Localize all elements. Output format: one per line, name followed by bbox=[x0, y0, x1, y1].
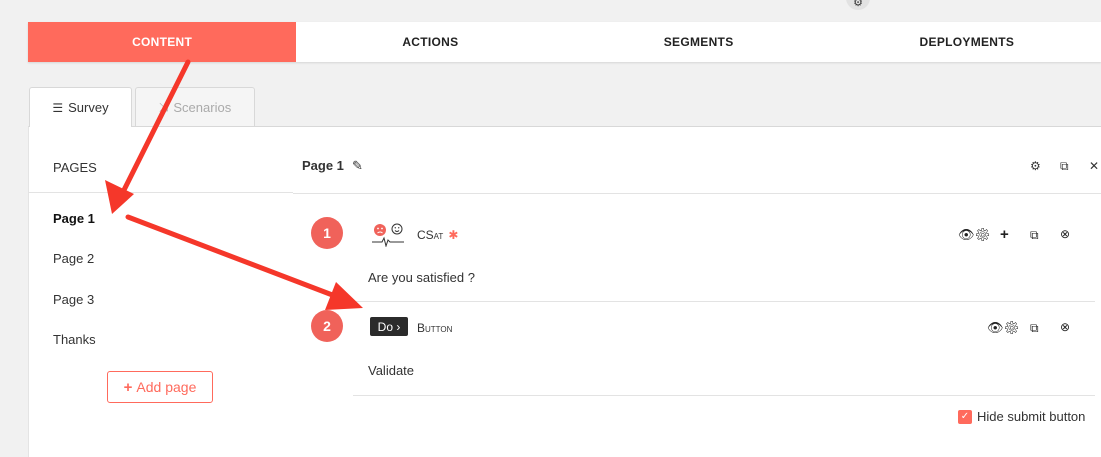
add-page-button[interactable]: + Add page bbox=[107, 371, 213, 403]
tab-scenarios-label: Scenarios bbox=[173, 100, 232, 115]
question-number-badge: 1 bbox=[311, 217, 343, 249]
divider bbox=[293, 193, 1101, 194]
tab-survey[interactable]: ☰ Survey bbox=[29, 87, 132, 127]
divider bbox=[353, 395, 1095, 396]
question-type-label: Button bbox=[417, 321, 453, 335]
question-number-badge: 2 bbox=[311, 310, 343, 342]
visibility-settings-icon[interactable]: 👁⚙ bbox=[958, 227, 991, 243]
add-page-label: Add page bbox=[136, 379, 197, 395]
hide-submit-option[interactable]: ✓ Hide submit button bbox=[958, 409, 1085, 424]
plus-icon: + bbox=[123, 378, 133, 396]
delete-icon[interactable]: ⊗ bbox=[1060, 320, 1070, 334]
page-settings-icon[interactable]: ⚙ bbox=[1030, 159, 1041, 173]
duplicate-icon[interactable]: ⧉ bbox=[1030, 228, 1039, 243]
divider bbox=[28, 192, 293, 193]
delete-icon[interactable]: ⊗ bbox=[1060, 227, 1070, 241]
pages-title: PAGES bbox=[53, 160, 97, 175]
required-icon: ✱ bbox=[448, 228, 459, 242]
page-item-2[interactable]: Page 2 bbox=[53, 251, 94, 266]
list-icon: ☰ bbox=[52, 100, 64, 115]
tab-survey-label: Survey bbox=[68, 100, 109, 115]
do-badge: Do › bbox=[370, 317, 408, 336]
csat-icon bbox=[372, 223, 404, 247]
tab-content[interactable]: CONTENT bbox=[28, 22, 297, 62]
divider bbox=[353, 301, 1095, 302]
page-title: Page 1 bbox=[302, 158, 344, 173]
question-type-label: CSat ✱ bbox=[417, 228, 458, 242]
page-delete-icon[interactable]: ✕ bbox=[1089, 159, 1099, 173]
tab-deployments[interactable]: DEPLOYMENTS bbox=[833, 22, 1101, 62]
hide-submit-label: Hide submit button bbox=[977, 409, 1086, 424]
page-item-1[interactable]: Page 1 bbox=[53, 211, 95, 226]
tab-segments[interactable]: SEGMENTS bbox=[565, 22, 833, 62]
gear-icon[interactable]: ⚙ bbox=[846, 0, 870, 10]
question-type-text: CSat bbox=[417, 228, 444, 242]
checkbox-checked-icon[interactable]: ✓ bbox=[958, 409, 972, 424]
question-text[interactable]: Validate bbox=[368, 363, 414, 378]
duplicate-icon[interactable]: ⧉ bbox=[1030, 321, 1039, 336]
tab-actions[interactable]: ACTIONS bbox=[296, 22, 564, 62]
page-item-3[interactable]: Page 3 bbox=[53, 292, 94, 307]
main-tabs: CONTENT ACTIONS SEGMENTS DEPLOYMENTS bbox=[28, 22, 1101, 62]
visibility-settings-icon[interactable]: 👁⚙ bbox=[987, 320, 1020, 336]
question-text[interactable]: Are you satisfied ? bbox=[368, 270, 475, 285]
tab-scenarios[interactable]: ⤨ Scenarios bbox=[135, 87, 255, 127]
add-icon[interactable]: + bbox=[1000, 226, 1009, 243]
survey-panel bbox=[28, 126, 1101, 457]
shuffle-icon: ⤨ bbox=[158, 100, 169, 114]
pencil-icon[interactable]: ✎ bbox=[352, 158, 363, 174]
page-item-thanks[interactable]: Thanks bbox=[53, 332, 96, 347]
page-duplicate-icon[interactable]: ⧉ bbox=[1060, 159, 1069, 174]
